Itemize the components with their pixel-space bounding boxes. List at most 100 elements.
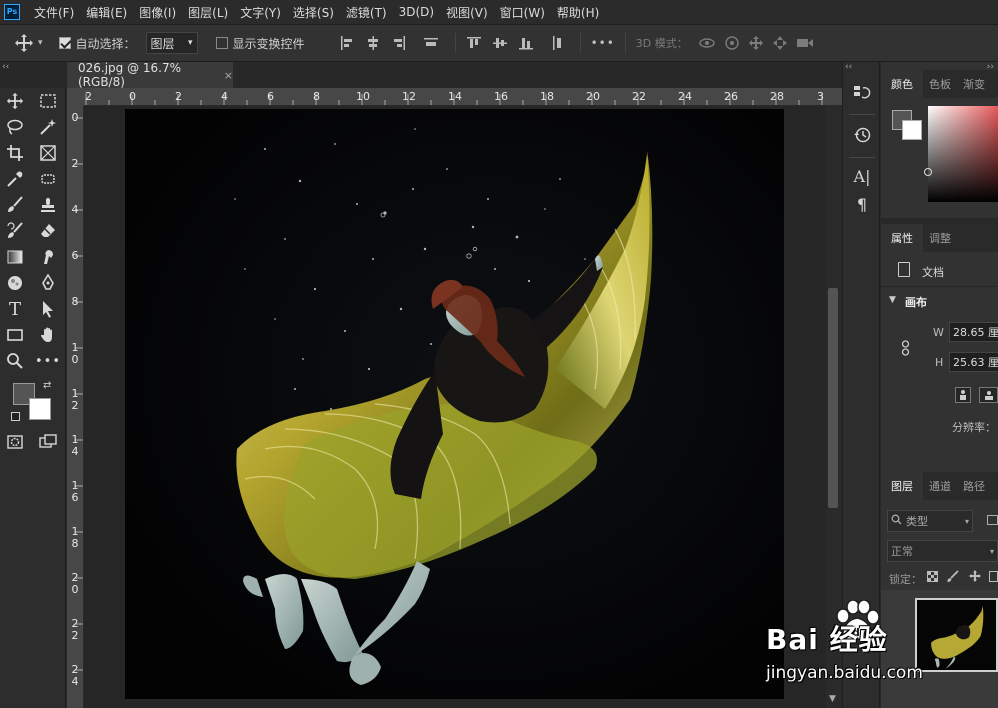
scrollbar-thumb[interactable] (828, 288, 838, 508)
distribute-h-icon[interactable] (550, 35, 566, 51)
blend-mode-dropdown[interactable]: 正常 ▾ (887, 540, 998, 562)
tab-paths[interactable]: 路径 (957, 478, 991, 494)
distribute-v-icon[interactable] (423, 35, 439, 51)
smudge-tool-icon[interactable] (37, 246, 59, 268)
dodge-tool-icon[interactable] (4, 272, 26, 294)
width-field[interactable]: 28.65 厘 (949, 322, 998, 342)
chevron-down-icon[interactable]: ▼ (889, 295, 896, 305)
frame-tool-icon[interactable] (37, 142, 59, 164)
align-center-h-icon[interactable] (365, 35, 381, 51)
align-right-icon[interactable] (391, 35, 407, 51)
3d-roll-icon[interactable] (724, 35, 740, 51)
menu-edit[interactable]: 编辑(E) (80, 4, 133, 21)
close-icon[interactable]: × (224, 69, 233, 82)
tab-layers[interactable]: 图层 (881, 472, 923, 500)
lasso-tool-icon[interactable] (4, 116, 26, 138)
scroll-down-icon[interactable]: ▼ (829, 694, 836, 704)
tab-gradients[interactable]: 渐变 (957, 76, 991, 92)
paragraph-panel-icon[interactable]: ¶ (851, 193, 873, 215)
align-middle-v-icon[interactable] (492, 35, 508, 51)
screen-mode-icon[interactable] (37, 431, 59, 453)
gradient-tool-icon[interactable] (4, 246, 26, 268)
panel-bg-swatch[interactable] (902, 120, 922, 140)
show-transform-checkbox[interactable] (215, 37, 228, 49)
lock-position-icon[interactable] (969, 570, 981, 585)
align-left-icon[interactable] (339, 35, 355, 51)
marquee-tool-icon[interactable] (37, 90, 59, 112)
pen-tool-icon[interactable] (37, 272, 59, 294)
layer-thumbnail[interactable] (915, 598, 998, 672)
more-tools-icon[interactable]: ••• (35, 350, 60, 372)
hand-tool-icon[interactable] (37, 324, 59, 346)
menu-select[interactable]: 选择(S) (287, 4, 340, 21)
lock-pixels-icon[interactable] (947, 570, 959, 585)
tab-properties[interactable]: 属性 (881, 224, 923, 252)
background-color-swatch[interactable] (29, 398, 51, 420)
history-state-icon[interactable] (851, 82, 873, 104)
link-chain-icon[interactable] (901, 340, 911, 359)
character-panel-icon[interactable]: A| (851, 165, 873, 187)
color-picker-field[interactable] (928, 106, 998, 202)
magic-wand-tool-icon[interactable] (37, 116, 59, 138)
move-tool-icon[interactable] (4, 90, 26, 112)
photoshop-logo-icon: Ps (4, 4, 20, 20)
collapse-right-icon[interactable]: ›› (987, 62, 994, 72)
history-icon[interactable] (851, 124, 873, 146)
align-top-icon[interactable] (466, 35, 482, 51)
filter-image-icon[interactable] (987, 515, 998, 525)
menu-type[interactable]: 文字(Y) (234, 4, 287, 21)
menu-layer[interactable]: 图层(L) (182, 4, 234, 21)
document-tab[interactable]: 026.jpg @ 16.7%(RGB/8) × (67, 61, 233, 89)
auto-select-checkbox[interactable] (58, 37, 71, 49)
tab-channels[interactable]: 通道 (923, 478, 957, 494)
menu-filter[interactable]: 滤镜(T) (340, 4, 393, 21)
lock-artboard-icon[interactable] (989, 571, 998, 582)
move-tool-icon[interactable] (14, 33, 34, 53)
more-options-icon[interactable]: ••• (591, 36, 615, 50)
document-image[interactable] (125, 109, 784, 699)
collapse-panels-icon[interactable]: ‹‹ (845, 62, 852, 72)
layer-row[interactable] (881, 590, 998, 708)
3d-slide-icon[interactable] (772, 35, 788, 51)
auto-select-value: 图层 (150, 36, 175, 51)
menu-file[interactable]: 文件(F) (28, 4, 80, 21)
crop-tool-icon[interactable] (4, 142, 26, 164)
3d-pan-icon[interactable] (748, 35, 764, 51)
menu-view[interactable]: 视图(V) (440, 4, 494, 21)
canvas-area[interactable] (84, 106, 826, 708)
portrait-orientation-icon[interactable] (955, 387, 971, 403)
shape-tool-icon[interactable] (4, 324, 26, 346)
ruler-tick: 0 (129, 90, 136, 103)
auto-select-dropdown[interactable]: 图层 ▾ (145, 32, 198, 54)
menu-image[interactable]: 图像(I) (133, 4, 182, 21)
tab-swatches[interactable]: 色板 (923, 76, 957, 92)
path-select-tool-icon[interactable] (37, 298, 59, 320)
history-brush-tool-icon[interactable] (4, 220, 26, 242)
align-bottom-icon[interactable] (518, 35, 534, 51)
tab-color[interactable]: 颜色 (881, 70, 923, 98)
eyedropper-tool-icon[interactable] (4, 168, 26, 190)
eraser-tool-icon[interactable] (37, 220, 59, 242)
brush-tool-icon[interactable] (4, 194, 26, 216)
zoom-tool-icon[interactable] (4, 350, 26, 372)
patch-tool-icon[interactable] (37, 168, 59, 190)
menu-window[interactable]: 窗口(W) (494, 4, 551, 21)
stamp-tool-icon[interactable] (37, 194, 59, 216)
quick-mask-icon[interactable] (4, 431, 26, 453)
type-tool-icon[interactable]: T (4, 298, 26, 320)
height-field[interactable]: 25.63 厘 (949, 352, 998, 372)
layer-filter-dropdown[interactable]: 类型 ▾ (887, 510, 973, 532)
landscape-orientation-icon[interactable] (979, 387, 998, 403)
tab-adjustments[interactable]: 调整 (923, 230, 957, 246)
3d-camera-icon[interactable] (796, 36, 814, 50)
menu-3d[interactable]: 3D(D) (393, 5, 440, 19)
swap-colors-icon[interactable]: ⇄ (43, 380, 51, 391)
blend-mode-value: 正常 (891, 545, 913, 558)
lock-transparent-icon[interactable] (927, 571, 938, 585)
menu-help[interactable]: 帮助(H) (551, 4, 605, 21)
collapse-toolbar-icon[interactable]: ‹‹ (2, 62, 9, 72)
default-colors-icon[interactable] (11, 412, 20, 421)
chevron-down-icon[interactable]: ▾ (38, 38, 43, 48)
vertical-scrollbar[interactable]: ▼ (826, 106, 842, 708)
3d-orbit-icon[interactable] (698, 36, 716, 50)
